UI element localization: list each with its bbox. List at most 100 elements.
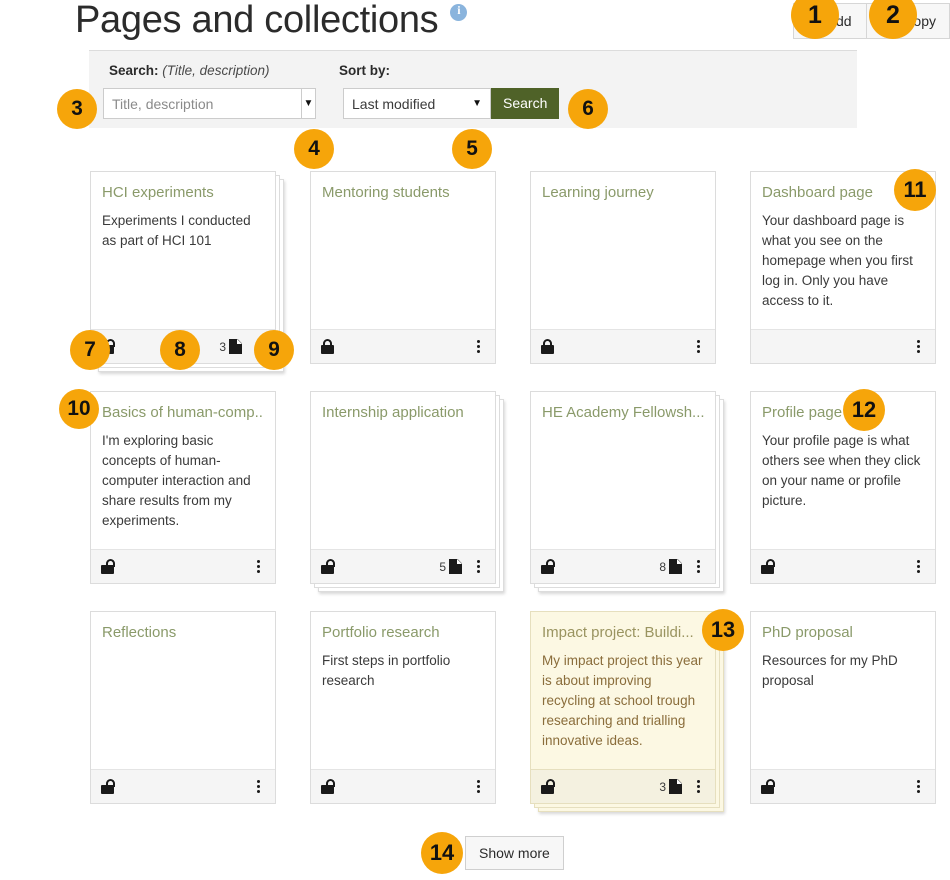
pages-icon bbox=[449, 559, 462, 574]
card-description: Experiments I conducted as part of HCI 1… bbox=[102, 213, 251, 248]
card-body: PhD proposal Resources for my PhD proposa… bbox=[751, 612, 935, 769]
page-card[interactable]: Profile page Your profile page is what ot… bbox=[750, 391, 936, 584]
card-body: Basics of human-comp... I'm exploring bas… bbox=[91, 392, 275, 549]
card-title[interactable]: PhD proposal bbox=[762, 623, 924, 642]
card-footer bbox=[751, 769, 935, 803]
page-card[interactable]: Basics of human-comp... I'm exploring bas… bbox=[90, 391, 276, 584]
card-slot: Learning journey bbox=[530, 171, 716, 364]
card-description: Your profile page is what others see whe… bbox=[762, 433, 921, 508]
card-footer: 5 bbox=[311, 549, 495, 583]
lock-open-icon[interactable] bbox=[541, 779, 555, 794]
page-count: 8 bbox=[659, 559, 682, 574]
card-title[interactable]: Internship application bbox=[322, 403, 484, 422]
card-menu-button[interactable] bbox=[471, 779, 485, 795]
card-menu-button[interactable] bbox=[251, 779, 265, 795]
pages-icon bbox=[229, 339, 242, 354]
card-menu-button[interactable] bbox=[471, 559, 485, 575]
page-card[interactable]: Mentoring students bbox=[310, 171, 496, 364]
sort-by-select[interactable]: Last modified ▼ bbox=[343, 88, 491, 119]
page-card[interactable]: Portfolio research First steps in portfol… bbox=[310, 611, 496, 804]
annotation-badge: 3 bbox=[57, 89, 97, 129]
search-dropdown-toggle[interactable]: ▼ bbox=[301, 88, 316, 119]
card-footer bbox=[531, 329, 715, 363]
page-card[interactable]: Reflections bbox=[90, 611, 276, 804]
card-footer-right bbox=[691, 339, 705, 355]
card-title[interactable]: Learning journey bbox=[542, 183, 704, 202]
show-more-button[interactable]: Show more bbox=[465, 836, 564, 870]
card-body: Reflections bbox=[91, 612, 275, 769]
info-icon[interactable] bbox=[450, 3, 468, 21]
card-footer-right: 3 bbox=[659, 779, 705, 795]
page-count: 3 bbox=[659, 779, 682, 794]
card-footer bbox=[751, 329, 935, 363]
card-menu-button[interactable] bbox=[691, 559, 705, 575]
pages-and-collections-screen: Pages and collections + Add Copy Search:… bbox=[0, 0, 950, 880]
page-title: Pages and collections bbox=[75, 0, 439, 41]
lock-open-icon[interactable] bbox=[541, 559, 555, 574]
card-title[interactable]: Portfolio research bbox=[322, 623, 484, 642]
card-body: HE Academy Fellowsh... bbox=[531, 392, 715, 549]
card-title[interactable]: HE Academy Fellowsh... bbox=[542, 403, 704, 422]
page-count: 3 bbox=[219, 339, 242, 354]
annotation-badge: 6 bbox=[568, 89, 608, 129]
search-button[interactable]: Search bbox=[491, 88, 560, 119]
pages-grid: HCI experiments Experiments I conducted a… bbox=[90, 171, 936, 812]
lock-closed-icon[interactable] bbox=[541, 339, 554, 354]
card-footer-right bbox=[911, 559, 925, 575]
card-menu-button[interactable] bbox=[911, 559, 925, 575]
page-card[interactable]: Internship application 5 bbox=[310, 391, 496, 584]
card-menu-button[interactable] bbox=[911, 779, 925, 795]
lock-open-icon[interactable] bbox=[321, 559, 335, 574]
card-title[interactable]: Basics of human-comp... bbox=[102, 403, 264, 422]
annotation-badge: 7 bbox=[70, 330, 110, 370]
search-input[interactable] bbox=[103, 88, 301, 119]
lock-open-icon[interactable] bbox=[101, 559, 115, 574]
card-slot: Basics of human-comp... I'm exploring bas… bbox=[90, 391, 276, 584]
card-body: HCI experiments Experiments I conducted a… bbox=[91, 172, 275, 329]
card-slot: Portfolio research First steps in portfol… bbox=[310, 611, 496, 804]
chevron-down-icon: ▼ bbox=[472, 98, 482, 109]
search-label: Search: (Title, description) bbox=[109, 63, 269, 78]
page-card[interactable]: PhD proposal Resources for my PhD proposa… bbox=[750, 611, 936, 804]
lock-open-icon[interactable] bbox=[321, 779, 335, 794]
page-count-value: 3 bbox=[219, 339, 226, 354]
card-slot: Impact project: Buildi... My impact proje… bbox=[530, 611, 724, 812]
lock-open-icon[interactable] bbox=[761, 559, 775, 574]
card-description: I'm exploring basic concepts of human-co… bbox=[102, 433, 251, 528]
lock-open-icon[interactable] bbox=[761, 779, 775, 794]
page-card[interactable]: Learning journey bbox=[530, 171, 716, 364]
card-title[interactable]: Impact project: Buildi... bbox=[542, 623, 704, 642]
card-title[interactable]: Mentoring students bbox=[322, 183, 484, 202]
card-menu-button[interactable] bbox=[691, 339, 705, 355]
card-footer bbox=[751, 549, 935, 583]
annotation-badge: 4 bbox=[294, 129, 334, 169]
card-footer-right bbox=[911, 779, 925, 795]
card-title[interactable]: HCI experiments bbox=[102, 183, 264, 202]
page-count: 5 bbox=[439, 559, 462, 574]
page-count-value: 8 bbox=[659, 559, 666, 574]
lock-open-icon[interactable] bbox=[101, 779, 115, 794]
card-body: Impact project: Buildi... My impact proje… bbox=[531, 612, 715, 769]
page-count-value: 5 bbox=[439, 559, 446, 574]
pages-icon bbox=[669, 559, 682, 574]
page-card[interactable]: HE Academy Fellowsh... 8 bbox=[530, 391, 716, 584]
card-menu-button[interactable] bbox=[471, 339, 485, 355]
lock-closed-icon[interactable] bbox=[321, 339, 334, 354]
card-menu-button[interactable] bbox=[691, 779, 705, 795]
search-toolbar: Search: (Title, description) Sort by: ▼ … bbox=[89, 50, 857, 128]
pages-icon bbox=[669, 779, 682, 794]
card-footer-right: 8 bbox=[659, 559, 705, 575]
card-title[interactable]: Reflections bbox=[102, 623, 264, 642]
card-footer-right bbox=[251, 559, 265, 575]
card-slot: HE Academy Fellowsh... 8 bbox=[530, 391, 724, 592]
card-slot: Internship application 5 bbox=[310, 391, 504, 592]
card-menu-button[interactable] bbox=[251, 559, 265, 575]
card-slot: PhD proposal Resources for my PhD proposa… bbox=[750, 611, 936, 804]
card-footer: 3 bbox=[531, 769, 715, 803]
card-footer-right: 5 bbox=[439, 559, 485, 575]
card-menu-button[interactable] bbox=[911, 339, 925, 355]
search-label-text: Search: bbox=[109, 63, 159, 78]
page-card[interactable]: Impact project: Buildi... My impact proje… bbox=[530, 611, 716, 804]
annotation-badge: 11 bbox=[894, 169, 936, 211]
card-slot: Profile page Your profile page is what ot… bbox=[750, 391, 936, 584]
